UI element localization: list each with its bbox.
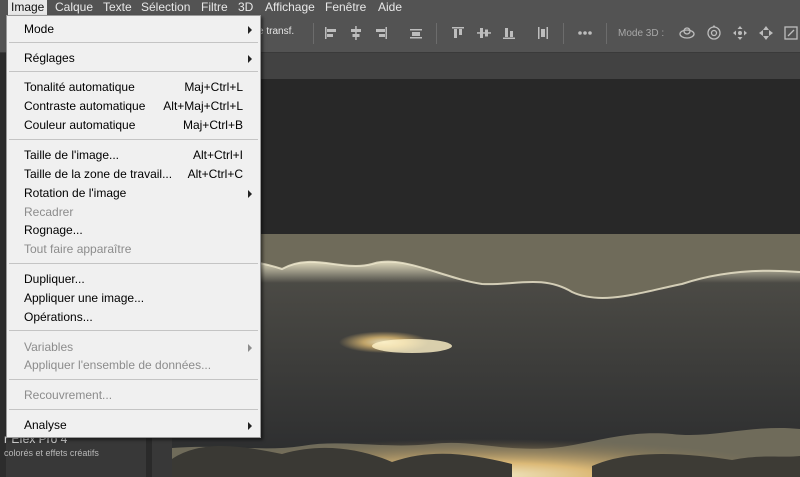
distribute-icon[interactable] <box>407 24 425 42</box>
menu-affichage[interactable]: Affichage <box>265 0 315 15</box>
menu-item-label: Taille de l'image... <box>24 148 120 162</box>
align-vertical-centers-icon[interactable] <box>347 24 365 42</box>
slide-3d-icon[interactable] <box>757 24 775 42</box>
menu-item-analyse[interactable]: Analyse <box>7 416 260 435</box>
menu-item-label: Recouvrement... <box>24 388 113 402</box>
menu-separator <box>9 139 258 140</box>
menu-separator <box>9 409 258 410</box>
menu-item-label: Opérations... <box>24 310 93 324</box>
menu-separator <box>9 330 258 331</box>
menu-item-label: Variables <box>24 340 74 354</box>
menu-item-label: Couleur automatique <box>24 118 136 132</box>
menu-item-tout-faire-apparaitre: Tout faire apparaître <box>7 240 260 259</box>
menu-item-couleur-auto[interactable]: Couleur automatique Maj+Ctrl+B <box>7 116 260 135</box>
menu-item-label: Taille de la zone de travail... <box>24 167 173 181</box>
menu-item-taille-image[interactable]: Taille de l'image... Alt+Ctrl+I <box>7 146 260 165</box>
menu-calque[interactable]: Calque <box>55 0 93 15</box>
menu-aide[interactable]: Aide <box>378 0 402 15</box>
menu-item-shortcut: Alt+Ctrl+C <box>187 167 243 181</box>
separator <box>606 23 607 44</box>
align-bottom-edges-icon[interactable] <box>372 24 390 42</box>
menu-3d[interactable]: 3D <box>238 0 253 15</box>
menu-item-shortcut: Alt+Ctrl+I <box>192 148 243 162</box>
menu-item-dupliquer[interactable]: Dupliquer... <box>7 270 260 289</box>
menu-item-label: Appliquer une image... <box>24 291 145 305</box>
menu-item-operations[interactable]: Opérations... <box>7 308 260 327</box>
menu-item-recouvrement: Recouvrement... <box>7 386 260 405</box>
menu-separator <box>9 71 258 72</box>
menu-item-tonalite-auto[interactable]: Tonalité automatique Maj+Ctrl+L <box>7 78 260 97</box>
separator <box>436 23 437 44</box>
separator <box>313 23 314 44</box>
menu-filtre[interactable]: Filtre <box>201 0 228 15</box>
menu-item-label: Dupliquer... <box>24 272 85 286</box>
orbit-3d-icon[interactable] <box>678 24 696 42</box>
roll-3d-icon[interactable] <box>705 24 723 42</box>
menu-item-contraste-auto[interactable]: Contraste automatique Alt+Maj+Ctrl+L <box>7 97 260 116</box>
menu-item-shortcut: Alt+Maj+Ctrl+L <box>163 99 243 113</box>
menu-item-rotation-image[interactable]: Rotation de l'image <box>7 184 260 203</box>
menu-item-label: Tout faire apparaître <box>24 242 132 256</box>
align-left-edges-icon[interactable] <box>449 24 467 42</box>
menu-item-shortcut: Maj+Ctrl+L <box>184 80 243 94</box>
menu-item-reglages[interactable]: Réglages <box>7 49 260 68</box>
align-top-edges-icon[interactable] <box>322 24 340 42</box>
menu-item-taille-zone-travail[interactable]: Taille de la zone de travail... Alt+Ctrl… <box>7 165 260 184</box>
transform-controls-label[interactable]: e transf. <box>258 26 294 37</box>
menu-item-rognage[interactable]: Rognage... <box>7 221 260 240</box>
menu-item-label: Appliquer l'ensemble de données... <box>24 358 212 372</box>
submenu-arrow-icon <box>248 344 252 352</box>
image-menu-dropdown: Mode Réglages Tonalité automatique Maj+C… <box>6 15 261 438</box>
menu-item-appliquer-donnees: Appliquer l'ensemble de données... <box>7 356 260 375</box>
menu-item-mode[interactable]: Mode <box>7 20 260 39</box>
plugin-subtitle: colorés et effets créatifs <box>4 448 99 458</box>
menu-separator <box>9 42 258 43</box>
menu-item-label: Réglages <box>24 51 75 65</box>
menu-bar: Image Calque Texte Sélection Filtre 3D A… <box>0 0 800 15</box>
menu-item-label: Recadrer <box>24 205 74 219</box>
menu-item-label: Rognage... <box>24 223 83 237</box>
separator <box>563 23 564 44</box>
submenu-arrow-icon <box>248 26 252 34</box>
mode-3d-label: Mode 3D : <box>618 28 665 39</box>
distribute-horizontal-icon[interactable] <box>534 24 552 42</box>
menu-item-label: Contraste automatique <box>24 99 146 113</box>
submenu-arrow-icon <box>248 55 252 63</box>
menu-item-shortcut: Maj+Ctrl+B <box>182 118 243 132</box>
menu-item-recadrer: Recadrer <box>7 203 260 222</box>
more-horizontal-icon[interactable] <box>576 24 594 42</box>
drag-3d-icon[interactable] <box>731 24 749 42</box>
submenu-arrow-icon <box>248 190 252 198</box>
menu-image[interactable]: Image <box>8 0 48 15</box>
menu-item-label: Mode <box>24 22 55 36</box>
menu-fenetre[interactable]: Fenêtre <box>325 0 366 15</box>
menu-item-appliquer-image[interactable]: Appliquer une image... <box>7 289 260 308</box>
menu-item-variables: Variables <box>7 338 260 357</box>
menu-item-label: Rotation de l'image <box>24 186 127 200</box>
menu-item-label: Tonalité automatique <box>24 80 135 94</box>
menu-item-label: Analyse <box>24 418 67 432</box>
submenu-arrow-icon <box>248 422 252 430</box>
menu-texte[interactable]: Texte <box>103 0 132 15</box>
scale-3d-icon[interactable] <box>782 24 800 42</box>
document-image[interactable] <box>172 234 800 477</box>
menu-selection[interactable]: Sélection <box>141 0 190 15</box>
align-horizontal-centers-icon[interactable] <box>475 24 493 42</box>
align-right-edges-icon[interactable] <box>500 24 518 42</box>
menu-separator <box>9 263 258 264</box>
menu-separator <box>9 379 258 380</box>
